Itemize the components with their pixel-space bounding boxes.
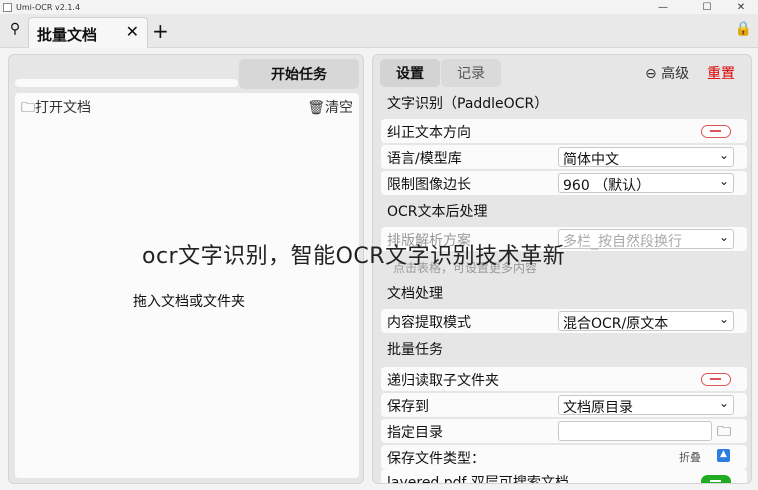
extract-mode-select[interactable]: 混合OCR/原文本 ⌄ (558, 311, 734, 332)
chevron-down-icon: ⌄ (718, 230, 729, 244)
tab-batch-doc[interactable]: 批量文档 ✕ (28, 17, 148, 48)
language-label: 语言/模型库 (387, 151, 462, 167)
recursive-toggle[interactable] (701, 373, 731, 386)
progress-bar (15, 79, 238, 87)
tab-label: 批量文档 (37, 26, 98, 44)
reset-button[interactable]: 重置 (707, 63, 735, 83)
save-to-value: 文档原目录 (563, 400, 633, 416)
row-save-to: 保存到 文档原目录 ⌄ (381, 393, 747, 417)
row-file-types: 保存文件类型： 折叠 ▲ (381, 445, 747, 469)
title-bar: Umi-OCR v2.1.4 — ☐ ✕ (0, 0, 758, 14)
section-ocr: 文字识别（PaddleOCR） (387, 96, 549, 112)
folder-icon[interactable]: 🗀 (717, 421, 731, 445)
clear-button[interactable]: 🗑清空 (307, 97, 353, 117)
tab-records[interactable]: 记录 (441, 59, 501, 87)
watermark-text: ocr文字识别，智能OCR文字识别技术革新 (142, 244, 566, 269)
minimize-button[interactable]: — (648, 0, 678, 14)
close-tab-icon[interactable]: ✕ (126, 22, 139, 41)
lock-icon[interactable]: 🔒 (735, 21, 752, 37)
target-dir-input[interactable] (558, 421, 712, 441)
row-correct-direction: 纠正文本方向 (381, 119, 747, 143)
target-dir-label: 指定目录 (387, 425, 443, 441)
limit-size-select[interactable]: 960 （默认） ⌄ (558, 173, 734, 194)
file-drop-area[interactable]: 🗀打开文档 🗑清空 拖入文档或文件夹 (15, 93, 359, 478)
row-limit-size: 限制图像边长 960 （默认） ⌄ (381, 171, 747, 195)
section-doc: 文档处理 (387, 286, 443, 302)
fold-label[interactable]: 折叠 (679, 449, 701, 465)
row-language: 语言/模型库 简体中文 ⌄ (381, 145, 747, 169)
section-post: OCR文本后处理 (387, 204, 488, 220)
window-title: Umi-OCR v2.1.4 (16, 2, 81, 12)
layout-select[interactable]: 多栏_按自然段换行 ⌄ (558, 229, 734, 250)
extract-mode-label: 内容提取模式 (387, 315, 471, 331)
app-icon (3, 2, 12, 12)
save-to-select[interactable]: 文档原目录 ⌄ (558, 395, 734, 416)
layered-pdf-toggle[interactable] (701, 475, 731, 483)
layered-pdf-label: layered.pdf 双层可搜索文档 (387, 475, 569, 484)
limit-size-label: 限制图像边长 (387, 177, 471, 193)
limit-size-value: 960 （默认） (563, 178, 651, 194)
maximize-button[interactable]: ☐ (692, 0, 722, 14)
chevron-down-icon: ⌄ (718, 148, 729, 162)
chevron-down-icon: ⌄ (718, 312, 729, 326)
advanced-toggle[interactable]: ⊖ 高级 (645, 63, 689, 83)
section-batch: 批量任务 (387, 342, 443, 358)
row-layered-pdf: layered.pdf 双层可搜索文档 (381, 469, 747, 484)
layout-value: 多栏_按自然段换行 (563, 234, 682, 250)
drop-tip: 拖入文档或文件夹 (133, 294, 245, 310)
open-document-button[interactable]: 🗀打开文档 (21, 97, 91, 121)
row-extract-mode: 内容提取模式 混合OCR/原文本 ⌄ (381, 309, 747, 333)
pin-icon[interactable]: ⚲ (6, 21, 24, 39)
chevron-down-icon: ⌄ (718, 396, 729, 410)
tab-settings[interactable]: 设置 (380, 59, 440, 87)
chevron-down-icon: ⌄ (718, 174, 729, 188)
save-to-label: 保存到 (387, 399, 429, 415)
extract-mode-value: 混合OCR/原文本 (563, 316, 669, 332)
row-recursive: 递归读取子文件夹 (381, 367, 747, 391)
row-target-dir: 指定目录 🗀 (381, 419, 747, 443)
add-tab-icon[interactable]: + (152, 19, 169, 43)
close-window-button[interactable]: ✕ (726, 0, 756, 14)
language-select[interactable]: 简体中文 ⌄ (558, 147, 734, 168)
language-value: 简体中文 (563, 152, 619, 168)
correct-direction-label: 纠正文本方向 (387, 125, 471, 141)
tab-bar: ⚲ 批量文档 ✕ + 🔒 (0, 14, 758, 48)
collapse-icon[interactable]: ▲ (717, 449, 730, 462)
file-types-label: 保存文件类型： (387, 451, 485, 467)
recursive-label: 递归读取子文件夹 (387, 373, 499, 389)
start-task-button[interactable]: 开始任务 (239, 59, 359, 89)
correct-direction-toggle[interactable] (701, 125, 731, 138)
